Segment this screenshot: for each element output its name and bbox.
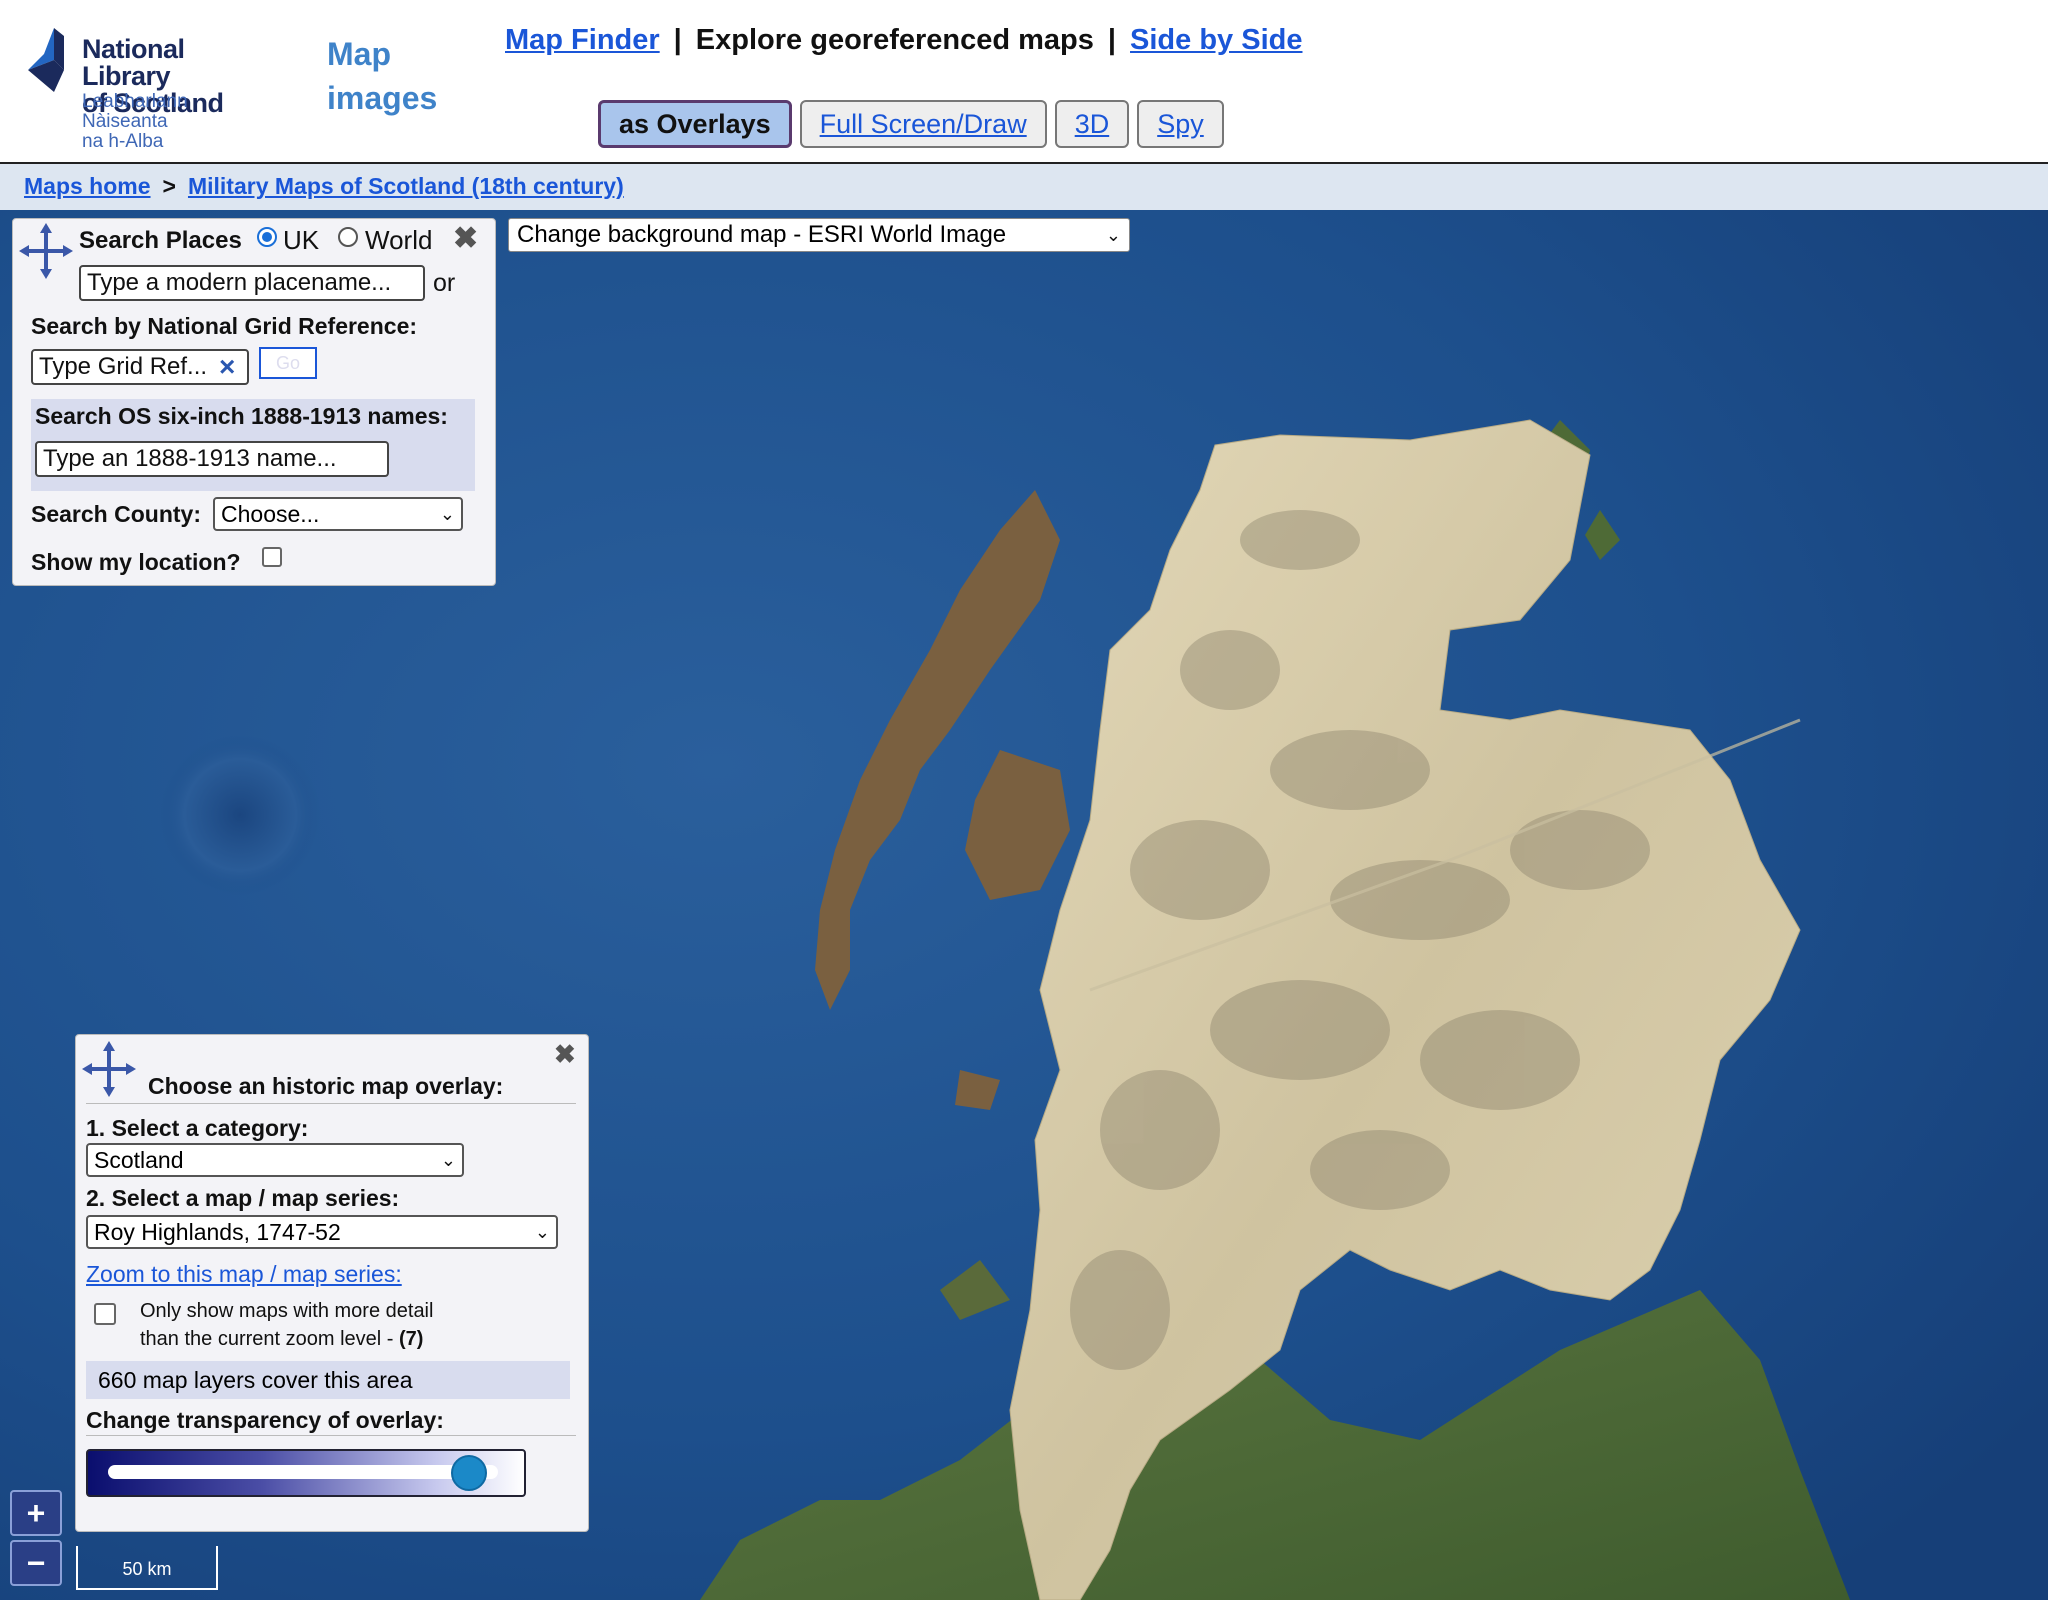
chevron-down-icon: ⌄ <box>440 1149 456 1170</box>
tab-as-overlays[interactable]: as Overlays <box>598 100 792 148</box>
os-names-label: Search OS six-inch 1888-1913 names: <box>35 403 448 429</box>
clear-icon[interactable]: × <box>219 351 235 383</box>
transparency-label: Change transparency of overlay: <box>86 1407 444 1433</box>
radio-world[interactable] <box>338 227 358 247</box>
scale-bar: 50 km <box>76 1546 218 1590</box>
overlay-panel-title: Choose an historic map overlay: <box>148 1073 504 1099</box>
grid-ref-label: Search by National Grid Reference: <box>31 313 418 339</box>
category-select[interactable]: Scotland ⌄ <box>86 1143 464 1177</box>
chevron-down-icon: ⌄ <box>439 503 455 524</box>
map-series-select-value: Roy Highlands, 1747-52 <box>94 1218 341 1245</box>
breadcrumb-military-maps[interactable]: Military Maps of Scotland (18th century) <box>188 173 624 199</box>
background-map-select-value: Change background map - ESRI World Image <box>517 221 1007 248</box>
background-map-select[interactable]: Change background map - ESRI World Image… <box>508 218 1130 252</box>
detail-only-line-1: Only show maps with more detail <box>140 1300 434 1322</box>
breadcrumb-separator: > <box>162 173 176 199</box>
detail-only-checkbox[interactable] <box>94 1303 116 1325</box>
map-series-label: 2. Select a map / map series: <box>86 1185 400 1211</box>
slider-track <box>108 1465 498 1479</box>
explore-georeferenced-label: Explore georeferenced maps <box>695 24 1094 56</box>
nls-logo[interactable]: National Library of Scotland Leabharlann… <box>24 24 274 152</box>
chevron-down-icon: ⌄ <box>1105 224 1121 245</box>
breadcrumb-maps-home[interactable]: Maps home <box>24 173 151 199</box>
top-nav: Map Finder | Explore georeferenced maps | Si… <box>505 24 1302 57</box>
radio-uk-label: UK <box>283 225 320 255</box>
show-location-checkbox[interactable] <box>262 547 282 567</box>
tab-3d[interactable]: 3D <box>1054 100 1130 148</box>
radio-uk[interactable] <box>257 227 277 247</box>
detail-only-line-2: than the current zoom level - <box>140 1328 400 1350</box>
breadcrumb: Maps home > Military Maps of Scotland (18t… <box>24 173 624 200</box>
divider <box>86 1103 576 1104</box>
county-select-value: Choose... <box>221 500 320 527</box>
site-title: Map images <box>327 32 457 120</box>
nav-separator: | <box>1107 24 1117 56</box>
zoom-in-button[interactable]: + <box>10 1490 62 1536</box>
seamount <box>160 735 320 895</box>
map-series-select[interactable]: Roy Highlands, 1747-52 ⌄ <box>86 1215 558 1249</box>
close-icon[interactable]: ✖ <box>453 221 478 256</box>
place-search-input[interactable]: Type a modern placename... <box>79 265 425 301</box>
side-by-side-link[interactable]: Side by Side <box>1130 24 1302 56</box>
zoom-to-map-link[interactable]: Zoom to this map / map series: <box>86 1261 402 1288</box>
zoom-out-button[interactable]: − <box>10 1540 62 1586</box>
close-icon[interactable]: ✖ <box>554 1039 576 1070</box>
logo-line-3: Leabharlann Nàiseanta <box>82 91 188 132</box>
tab-full-screen-draw[interactable]: Full Screen/Draw <box>799 100 1047 148</box>
map-finder-link[interactable]: Map Finder <box>505 24 660 56</box>
detail-only-label: Only show maps with more detail than the… <box>140 1297 433 1353</box>
grid-ref-input[interactable]: Type Grid Ref... <box>31 349 249 385</box>
grid-ref-placeholder: Type Grid Ref... <box>39 353 208 380</box>
show-location-label: Show my location? <box>31 549 241 575</box>
divider <box>86 1435 576 1436</box>
or-label: or <box>433 269 456 297</box>
os-names-input[interactable]: Type an 1888-1913 name... <box>35 441 389 477</box>
search-places-title: Search Places <box>79 227 242 254</box>
tab-spy[interactable]: Spy <box>1137 100 1224 148</box>
chevron-down-icon: ⌄ <box>534 1221 550 1242</box>
logo-line-1: National Library <box>82 34 185 91</box>
historic-overlay-panel: ✖ Choose an historic map overlay: 1. Sel… <box>75 1034 589 1532</box>
nls-logo-mark <box>28 28 64 92</box>
layers-count: 660 map layers cover this area <box>86 1361 570 1399</box>
category-select-value: Scotland <box>94 1146 184 1173</box>
logo-line-4: na h-Alba <box>82 131 164 152</box>
page-header: National Library of Scotland Leabharlann… <box>0 0 2048 164</box>
search-places-panel: Search Places UK World ✖ Type a modern p… <box>12 218 496 586</box>
county-select[interactable]: Choose... ⌄ <box>213 497 463 531</box>
transparency-slider[interactable] <box>86 1449 526 1497</box>
view-mode-tabs: as Overlays Full Screen/Draw 3D Spy <box>598 100 1224 148</box>
site-title-line-1: Map <box>327 36 391 72</box>
breadcrumb-bar: Maps home > Military Maps of Scotland (18t… <box>0 164 2048 210</box>
move-icon[interactable] <box>82 1041 136 1097</box>
site-title-line-2: images <box>327 80 438 116</box>
slider-handle[interactable] <box>451 1455 488 1491</box>
category-label: 1. Select a category: <box>86 1115 309 1141</box>
nav-separator: | <box>673 24 682 56</box>
go-button[interactable]: Go <box>259 347 317 379</box>
search-county-label: Search County: <box>31 501 201 527</box>
radio-world-label: World <box>365 225 433 255</box>
move-icon[interactable] <box>19 223 73 279</box>
zoom-level-value: (7) <box>399 1328 424 1350</box>
